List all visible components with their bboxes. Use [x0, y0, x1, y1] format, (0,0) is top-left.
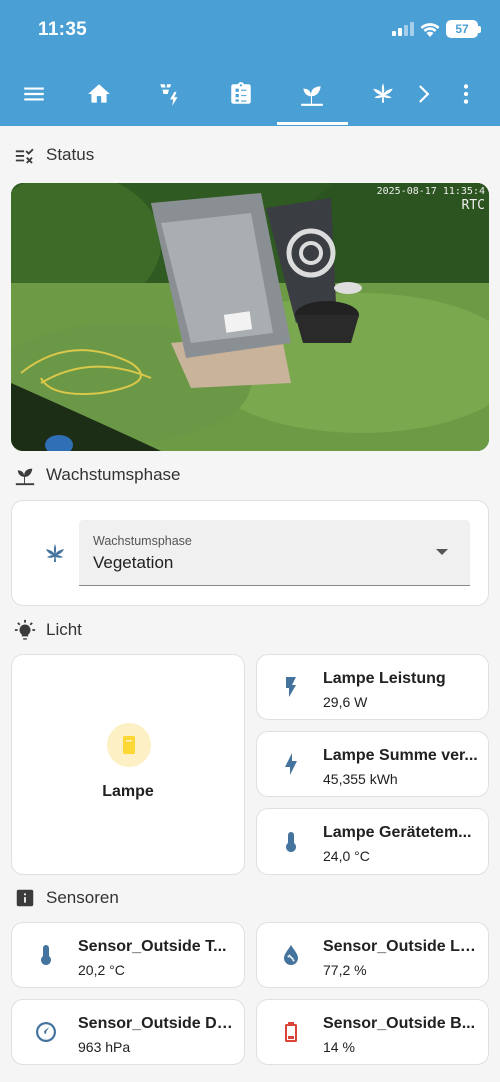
clipboard-list-icon [231, 82, 251, 104]
tile-state: 77,2 % [323, 962, 367, 978]
sensor-pressure-tile[interactable]: Sensor_Outside Dr... 963 hPa [11, 999, 245, 1065]
status-time: 11:35 [38, 19, 88, 40]
dots-vertical-icon [463, 84, 469, 104]
tile-name: Lampe Summe ver... [323, 747, 478, 764]
tabs-scroll-right-button[interactable] [398, 72, 446, 116]
camera-overlay: 2025-08-17 11:35:4 RTC [377, 185, 485, 213]
flash-icon [279, 675, 303, 699]
tile-name: Lampe Gerätetem... [323, 824, 472, 841]
lampe-leistung-tile[interactable]: Lampe Leistung 29,6 W [256, 654, 489, 720]
information-box-icon [16, 889, 34, 907]
overflow-menu-button[interactable] [442, 72, 490, 116]
status-bar: 11:35 57 [0, 0, 500, 60]
battery-indicator: 57 [446, 20, 481, 38]
sensor-temperature-tile[interactable]: Sensor_Outside T... 20,2 °C [11, 922, 245, 988]
tab-sprout[interactable] [288, 72, 336, 116]
active-tab-indicator [277, 122, 348, 125]
sensor-humidity-tile[interactable]: Sensor_Outside Lu... 77,2 % [256, 922, 489, 988]
app-header: 11:35 57 [0, 0, 500, 126]
wifi-icon [420, 22, 440, 37]
cannabis-icon [46, 544, 64, 562]
sprout-icon [301, 86, 323, 106]
status-icons: 57 [392, 20, 481, 38]
tile-name: Sensor_Outside B... [323, 1015, 476, 1032]
gauge-icon [34, 1020, 58, 1044]
phase-select[interactable]: Wachstumsphase Vegetation [79, 520, 470, 586]
menu-icon [24, 87, 44, 101]
list-status-icon [15, 148, 34, 164]
sprout-icon [15, 468, 35, 486]
cannabis-icon [373, 83, 393, 103]
tile-state: 20,2 °C [78, 962, 125, 978]
tile-state: 24,0 °C [323, 848, 370, 864]
home-icon [88, 84, 110, 103]
phase-select-label: Wachstumsphase [93, 534, 192, 548]
transmission-tower-flash-icon [160, 84, 178, 106]
tile-name: Sensor_Outside Lu... [323, 938, 478, 955]
camera-feed[interactable]: 2025-08-17 11:35:4 RTC [11, 183, 489, 451]
sensor-battery-tile[interactable]: Sensor_Outside B... 14 % [256, 999, 489, 1065]
tab-home[interactable] [75, 72, 123, 116]
lampe-summe-tile[interactable]: Lampe Summe ver... 45,355 kWh [256, 731, 489, 797]
camera-image [11, 183, 489, 451]
tile-state: 29,6 W [323, 694, 368, 710]
thermometer-icon [279, 830, 303, 854]
led-strip-icon [123, 736, 135, 754]
lampe-name: Lampe [102, 783, 154, 800]
section-status-title: Status [46, 145, 95, 164]
lampe-temperatur-tile[interactable]: Lampe Gerätetem... 24,0 °C [256, 808, 489, 875]
chevron-right-icon [419, 85, 430, 103]
tile-name: Lampe Leistung [323, 670, 446, 687]
tile-state: 963 hPa [78, 1039, 131, 1055]
humidity-icon [279, 943, 303, 967]
lampe-tile[interactable]: Lampe [11, 654, 245, 875]
dropdown-arrow-icon [436, 549, 448, 555]
tab-clipboard[interactable] [217, 72, 265, 116]
section-status: Status [14, 144, 94, 166]
phase-select-value: Vegetation [93, 553, 174, 572]
menu-button[interactable] [10, 72, 58, 116]
tile-name: Sensor_Outside Dr... [78, 1015, 234, 1032]
section-licht-title: Licht [46, 620, 82, 639]
signal-icon [392, 22, 414, 36]
section-sensoren-title: Sensoren [46, 888, 119, 907]
toolbar [0, 66, 500, 122]
tab-energy[interactable] [146, 72, 194, 116]
section-licht: Licht [14, 619, 82, 641]
lightbulb-on-icon [14, 619, 36, 640]
tile-name: Sensor_Outside T... [78, 938, 227, 955]
tile-state: 45,355 kWh [323, 771, 398, 787]
section-phase-title: Wachstumsphase [46, 465, 181, 484]
camera-label: RTC [461, 198, 485, 213]
tile-state: 14 % [323, 1039, 355, 1055]
thermometer-icon [34, 943, 58, 967]
lampe-icon-badge [107, 723, 151, 767]
section-phase: Wachstumsphase [14, 464, 180, 486]
lightning-icon [279, 752, 303, 776]
section-sensoren: Sensoren [14, 887, 119, 909]
battery-low-icon [279, 1020, 303, 1044]
camera-timestamp: 2025-08-17 11:35:4 [376, 186, 485, 197]
